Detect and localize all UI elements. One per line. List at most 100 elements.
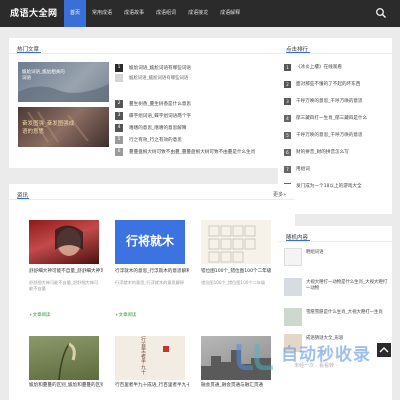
rank-link[interactable]: 千呼万唤的意思_千呼万唤的意思 xyxy=(296,132,363,138)
rank-link[interactable]: 千呼万唤的意思_千呼万唤的意思 xyxy=(296,98,363,104)
site-logo[interactable]: 成语大全网 xyxy=(10,6,58,19)
nav-home[interactable]: 首页 xyxy=(64,0,87,27)
feature-card[interactable]: 奋发图强_奋发图强成 语的意思 xyxy=(18,107,109,147)
nav-idiom-stories[interactable]: 成语故事 xyxy=(118,0,150,27)
thumb-placeholder xyxy=(115,74,123,82)
feature-card[interactable]: 尴尬词语_尴尬相关的 词语 xyxy=(18,62,109,102)
card-image[interactable] xyxy=(201,220,271,264)
nav-idiom-words[interactable]: 成语组词 xyxy=(150,0,182,27)
nav-idiom-chain[interactable]: 成语接龙 xyxy=(182,0,214,27)
read-article-tag[interactable]: +文章阅读 xyxy=(115,312,136,318)
rank-link[interactable]: 《冰炎上樓》在线观看 xyxy=(296,64,342,70)
random-link[interactable]: 雪愿雪愿是什么生肖_大视大瞪打一生肖 xyxy=(306,310,388,316)
list-item[interactable]: 7 用组词 xyxy=(284,164,388,174)
card-image[interactable]: 行百里者半九十 xyxy=(115,336,185,380)
feature-image xyxy=(18,84,109,102)
card-title[interactable]: 舒舒细大神可能不自量_舒舒细大神可能不自量 xyxy=(29,268,103,274)
card-title[interactable]: 错位图100个_错位图100个二年级 xyxy=(201,268,275,274)
list-item[interactable]: 4 郁三藏四打一生肖_郁三藏四是什么 xyxy=(284,113,388,123)
list-item[interactable]: 2 面对那些不懂的了不起的坏东西 xyxy=(284,79,388,89)
card-image[interactable]: 行将就木 xyxy=(115,220,185,264)
list-item[interactable]: 1 《冰炎上樓》在线观看 xyxy=(284,62,388,72)
rank-link[interactable]: 面对那些不懂的了不起的坏东西 xyxy=(296,81,360,87)
random-link[interactable]: 大视大瞪打一动物是什么生肖_大视大瞪打一动物 xyxy=(306,280,388,292)
list-item[interactable]: 4 嗜嗜的意思_嗜嗜的意思解释 xyxy=(115,123,295,133)
card-image[interactable] xyxy=(29,220,99,264)
feature-caption-line2: 语的意思 xyxy=(22,129,45,135)
article-link[interactable]: 尴尬词语_尴尬词语有哪些词语 xyxy=(129,65,191,71)
rank-number: 7 xyxy=(284,165,291,173)
thumbnail xyxy=(284,248,302,266)
search-icon[interactable] xyxy=(375,7,387,19)
rank-number: 1 xyxy=(284,63,291,71)
card-title[interactable]: 尴尬和蔓蔓的区别_尴尬和蔓蔓的区别 xyxy=(29,382,103,388)
list-item[interactable]: 3 蝶字组词语_蝶字组词语两个字 xyxy=(115,111,295,121)
title-underline xyxy=(17,198,29,199)
list-item[interactable]: 6 财的拼音_财的拼音怎么写 xyxy=(284,147,388,157)
click-ranking-panel: 点击排行 1 《冰炎上樓》在线观看 2 面对那些不懂的了不起的坏东西 3 千呼万… xyxy=(278,38,392,214)
top-header: 成语大全网 首页 常用成语 成语故事 成语组词 成语接龙 成语解释 xyxy=(0,0,400,27)
card-image[interactable] xyxy=(29,336,99,380)
card-title[interactable]: 行百里者半九十成语_行百里者半九十成语 xyxy=(115,382,189,388)
arrow-up-icon xyxy=(379,347,389,353)
card-desc: 错位图100个_错位图100个二年级 xyxy=(201,280,266,285)
random-link[interactable]: 晒组词语 xyxy=(306,250,388,256)
rank-number: 2 xyxy=(115,100,123,108)
rank-number: 3 xyxy=(115,112,123,120)
divider xyxy=(278,241,392,242)
card-image-text: 行将就木 xyxy=(125,234,174,248)
thumbnail xyxy=(284,308,302,326)
nav-idiom-explain[interactable]: 成语解释 xyxy=(214,0,246,27)
rank-link[interactable]: 用组词 xyxy=(296,166,310,172)
rank-link[interactable]: 发门成为一个18以上的游戏大全 xyxy=(296,183,362,189)
list-item[interactable]: 2 蔓生树香_蔓生树香是什么意思 xyxy=(115,99,295,109)
rank-number: 2 xyxy=(284,80,291,88)
title-underline xyxy=(286,240,310,241)
decor-image xyxy=(163,346,169,352)
thumbnail xyxy=(284,278,302,296)
rank-number: 3 xyxy=(284,97,291,105)
watermark-logo-icon xyxy=(236,344,273,370)
list-item[interactable]: 6 蔓蔓盘根大树可致不由蔓_蔓蔓盘根大树可致不由蔓是什么生肖 xyxy=(115,147,295,157)
article-subtitle: 尴尬词语_尴尬词语有哪些词语 xyxy=(129,76,189,81)
list-item[interactable]: 5 行之有效_行之有效的意思 xyxy=(115,135,295,145)
list-item[interactable]: 晒组词语 xyxy=(284,248,388,270)
rank-link[interactable]: 郁三藏四打一生肖_郁三藏四是什么 xyxy=(296,115,367,121)
article-link[interactable]: 蔓蔓盘根大树可致不由蔓_蔓蔓盘根大树可致不由蔓是什么生肖 xyxy=(129,149,255,155)
article-link[interactable]: 蝶字组词语_蝶字组词语两个字 xyxy=(129,113,191,119)
divider xyxy=(9,53,295,54)
rank-link[interactable]: 财的拼音_财的拼音怎么写 xyxy=(296,149,349,155)
card-title[interactable]: 行浮就木的意思_行浮就木的意思解释 xyxy=(115,268,189,274)
feature-caption-line1: 奋发图强_奋发图强成 xyxy=(22,121,75,127)
list-item[interactable]: 8 发门成为一个18以上的游戏大全 xyxy=(284,181,388,191)
nav-common-idioms[interactable]: 常用成语 xyxy=(86,0,118,27)
feature-caption-line2: 词语 xyxy=(22,76,31,81)
article-link[interactable]: 行之有效_行之有效的意思 xyxy=(129,137,182,143)
main-nav: 首页 常用成语 成语故事 成语组词 成语接龙 成语解释 xyxy=(64,0,246,27)
article-link[interactable]: 蔓生树香_蔓生树香是什么意思 xyxy=(129,101,191,107)
rank-number: 4 xyxy=(284,114,291,122)
list-item[interactable]: 1 尴尬词语_尴尬词语有哪些词语 xyxy=(115,63,295,73)
portrait-image xyxy=(55,225,83,256)
rank-number: 5 xyxy=(284,131,291,139)
rank-number: 4 xyxy=(115,124,123,132)
back-to-top-button[interactable] xyxy=(377,343,391,357)
rank-number: 5 xyxy=(115,136,123,144)
divider xyxy=(9,199,295,200)
list-item[interactable]: 大视大瞪打一动物是什么生肖_大视大瞪打一动物 xyxy=(284,278,388,300)
card-desc: 行浮就木的意思_行浮就木的意思解释 xyxy=(115,280,185,285)
article-link[interactable]: 嗜嗜的意思_嗜嗜的意思解释 xyxy=(129,125,186,131)
rank-number: 6 xyxy=(115,148,123,156)
list-item[interactable]: 5 千呼万唤的意思_千呼万唤的意思 xyxy=(284,130,388,140)
plant-image xyxy=(58,342,76,380)
feature-image xyxy=(27,111,89,143)
card-title[interactable]: 融会贯通_融会贯通与融汇贯通 xyxy=(201,382,275,388)
grid-worksheet-image xyxy=(208,225,256,263)
card-desc: 舒舒细大神可能不自量_舒舒细大神可能不自量 xyxy=(29,280,99,291)
read-article-tag[interactable]: +文章阅读 xyxy=(29,312,50,318)
rank-number: 6 xyxy=(284,148,291,156)
list-item[interactable]: 雪愿雪愿是什么生肖_大视大瞪打一生肖 xyxy=(284,308,388,330)
list-item[interactable]: 3 千呼万唤的意思_千呼万唤的意思 xyxy=(284,96,388,106)
divider xyxy=(278,53,392,54)
more-link[interactable]: 更多» xyxy=(273,191,286,198)
